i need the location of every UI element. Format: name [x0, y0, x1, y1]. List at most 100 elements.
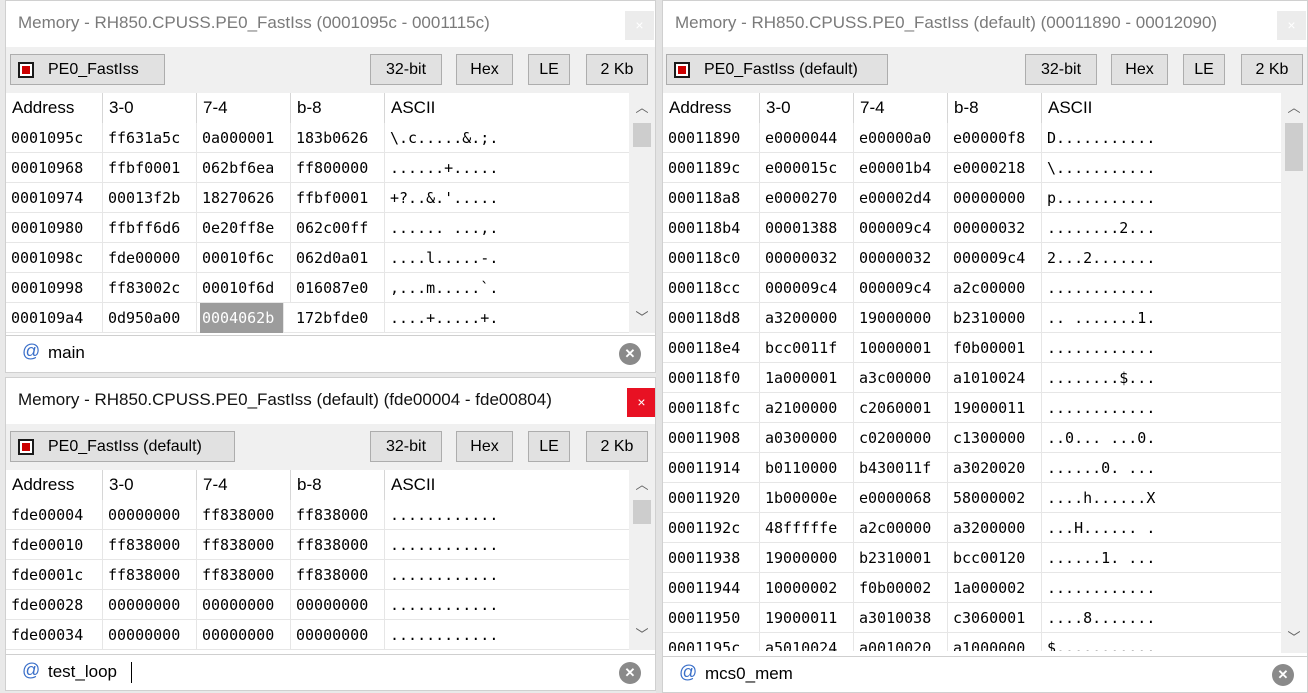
size-button[interactable]: 2 Kb	[1241, 54, 1303, 85]
cell-word-7-4[interactable]: f0b00002	[854, 573, 948, 603]
search-input[interactable]	[48, 340, 448, 366]
cell-word-b-8[interactable]: 00000000	[291, 590, 385, 620]
cell-word-3-0[interactable]: 48fffffe	[760, 513, 854, 543]
column-header-word-b-8[interactable]: b-8	[291, 93, 385, 123]
column-header-word-7-4[interactable]: 7-4	[197, 470, 291, 500]
cell-word-7-4[interactable]: c2060001	[854, 393, 948, 423]
search-input[interactable]	[48, 659, 448, 685]
cell-ascii[interactable]: ............	[1042, 573, 1283, 603]
cell-ascii[interactable]: ............	[385, 560, 631, 590]
cell-word-b-8[interactable]: bcc00120	[948, 543, 1042, 573]
cell-word-7-4[interactable]: a0010020	[854, 633, 948, 651]
memory-row[interactable]: 000109a4 0d950a00 0004062b 172bfde0 ....+...…	[6, 303, 631, 333]
cell-ascii[interactable]: ............	[385, 620, 631, 650]
cell-word-3-0[interactable]: b0110000	[760, 453, 854, 483]
cell-word-3-0[interactable]: 00000000	[103, 500, 197, 530]
cell-word-3-0[interactable]: 00000000	[103, 590, 197, 620]
vertical-scrollbar[interactable]: ︿ ﹀	[629, 93, 655, 333]
chevron-down-icon[interactable]: ﹀	[1281, 625, 1307, 651]
cell-word-b-8[interactable]: 1a000002	[948, 573, 1042, 603]
endian-button[interactable]: LE	[1183, 54, 1225, 85]
cell-word-7-4[interactable]: 0a000001	[197, 123, 291, 153]
chevron-down-icon[interactable]: ﹀	[629, 305, 655, 331]
cell-word-7-4[interactable]: 00000000	[197, 620, 291, 650]
chevron-up-icon[interactable]: ︿	[1281, 95, 1307, 121]
cell-word-3-0[interactable]: 19000000	[760, 543, 854, 573]
cell-word-3-0[interactable]: ffbf0001	[103, 153, 197, 183]
memory-row[interactable]: 000118e4 bcc0011f 10000001 f0b00001........…	[663, 333, 1283, 363]
cell-word-7-4[interactable]: 000009c4	[854, 273, 948, 303]
cell-word-b-8[interactable]: e00000f8	[948, 123, 1042, 153]
endian-button[interactable]: LE	[528, 431, 570, 462]
cell-ascii[interactable]: ....+.....+.	[385, 303, 631, 333]
cell-ascii[interactable]: +?..&.'.....	[385, 183, 631, 213]
close-button[interactable]: ×	[1277, 11, 1306, 40]
cell-word-3-0[interactable]: 1b00000e	[760, 483, 854, 513]
cell-word-3-0[interactable]: fde00000	[103, 243, 197, 273]
cell-word-7-4[interactable]: e00000a0	[854, 123, 948, 153]
cell-word-b-8[interactable]: 172bfde0	[291, 303, 385, 333]
cell-ascii[interactable]: ........2...	[1042, 213, 1283, 243]
cell-ascii[interactable]: 2...2.......	[1042, 243, 1283, 273]
core-select-button[interactable]: PE0_FastIss (default)	[10, 431, 235, 462]
cell-word-3-0[interactable]: bcc0011f	[760, 333, 854, 363]
cell-ascii[interactable]: ............	[1042, 273, 1283, 303]
cell-word-3-0[interactable]: 1a000001	[760, 363, 854, 393]
memory-row[interactable]: 00011908 a0300000 c0200000 c1300000 ..0... .…	[663, 423, 1283, 453]
cell-word-b-8[interactable]: ffbf0001	[291, 183, 385, 213]
memory-row[interactable]: 00011938 19000000 b2310001 bcc00120 ......1.…	[663, 543, 1283, 573]
cell-word-b-8[interactable]: c1300000	[948, 423, 1042, 453]
memory-row[interactable]: 00011914 b0110000 b430011f a3020020 ......0.…	[663, 453, 1283, 483]
cell-word-b-8[interactable]: ff838000	[291, 560, 385, 590]
cell-word-3-0[interactable]: a3200000	[760, 303, 854, 333]
cell-ascii[interactable]: \.c.....&.;.	[385, 123, 631, 153]
cell-word-7-4[interactable]: 00010f6d	[197, 273, 291, 303]
cell-word-7-4[interactable]: ff838000	[197, 500, 291, 530]
cell-word-b-8[interactable]: b2310000	[948, 303, 1042, 333]
cell-word-3-0[interactable]: ff631a5c	[103, 123, 197, 153]
cell-word-3-0[interactable]: ff838000	[103, 560, 197, 590]
cell-word-7-4[interactable]: a3010038	[854, 603, 948, 633]
memory-row[interactable]: fde00028 00000000 00000000 00000000........…	[6, 590, 631, 620]
cell-word-3-0[interactable]: ffbff6d6	[103, 213, 197, 243]
memory-row[interactable]: fde00004 00000000 ff838000 ff838000........…	[6, 500, 631, 530]
memory-row[interactable]: 00010974 00013f2b 18270626 ffbf0001 +?..&.'.…	[6, 183, 631, 213]
column-header-word-3-0[interactable]: 3-0	[760, 93, 854, 123]
chevron-down-icon[interactable]: ﹀	[629, 622, 655, 648]
memory-row[interactable]: 00011890 e0000044 e00000a0 e00000f8 D.......…	[663, 123, 1283, 153]
cell-word-3-0[interactable]: a0300000	[760, 423, 854, 453]
column-header-address[interactable]: Address	[663, 93, 760, 123]
memory-row[interactable]: 00010968 ffbf0001 062bf6ea ff800000 ......+.…	[6, 153, 631, 183]
memory-row[interactable]: 000118f0 1a000001 a3c00000 a1010024........…	[663, 363, 1283, 393]
cell-ascii[interactable]: ............	[385, 590, 631, 620]
cell-word-b-8[interactable]: 00000000	[291, 620, 385, 650]
endian-button[interactable]: LE	[528, 54, 570, 85]
cell-word-b-8[interactable]: 062c00ff	[291, 213, 385, 243]
vertical-scrollbar[interactable]: ︿ ﹀	[629, 470, 655, 650]
width-button[interactable]: 32-bit	[370, 54, 442, 85]
memory-row[interactable]: 00011920 1b00000e e0000068 58000002 ....h...…	[663, 483, 1283, 513]
column-header-ascii[interactable]: ASCII	[385, 470, 631, 500]
cell-word-3-0[interactable]: 19000011	[760, 603, 854, 633]
cell-ascii[interactable]: ........$...	[1042, 363, 1283, 393]
scroll-thumb[interactable]	[1285, 123, 1303, 171]
cell-word-b-8[interactable]: e0000218	[948, 153, 1042, 183]
cell-word-b-8[interactable]: a1010024	[948, 363, 1042, 393]
cell-word-b-8[interactable]: c3060001	[948, 603, 1042, 633]
size-button[interactable]: 2 Kb	[586, 54, 648, 85]
cell-word-7-4[interactable]: 0004062b	[200, 303, 284, 333]
cell-word-7-4[interactable]: a2c00000	[854, 513, 948, 543]
core-select-button[interactable]: PE0_FastIss	[10, 54, 165, 85]
clear-icon[interactable]: ✕	[1272, 664, 1294, 686]
column-header-word-3-0[interactable]: 3-0	[103, 470, 197, 500]
chevron-up-icon[interactable]: ︿	[629, 95, 655, 121]
memory-row[interactable]: 00010998 ff83002c 00010f6d 016087e0 ,...m...…	[6, 273, 631, 303]
cell-word-b-8[interactable]: 000009c4	[948, 243, 1042, 273]
cell-word-7-4[interactable]: 00000032	[854, 243, 948, 273]
vertical-scrollbar[interactable]: ︿ ﹀	[1281, 93, 1307, 653]
cell-word-3-0[interactable]: e0000270	[760, 183, 854, 213]
close-button[interactable]: ×	[625, 11, 654, 40]
memory-row[interactable]: 000118c0 00000032 00000032 000009c4 2...2...…	[663, 243, 1283, 273]
cell-ascii[interactable]: $...........	[1042, 633, 1283, 651]
cell-word-3-0[interactable]: e000015c	[760, 153, 854, 183]
